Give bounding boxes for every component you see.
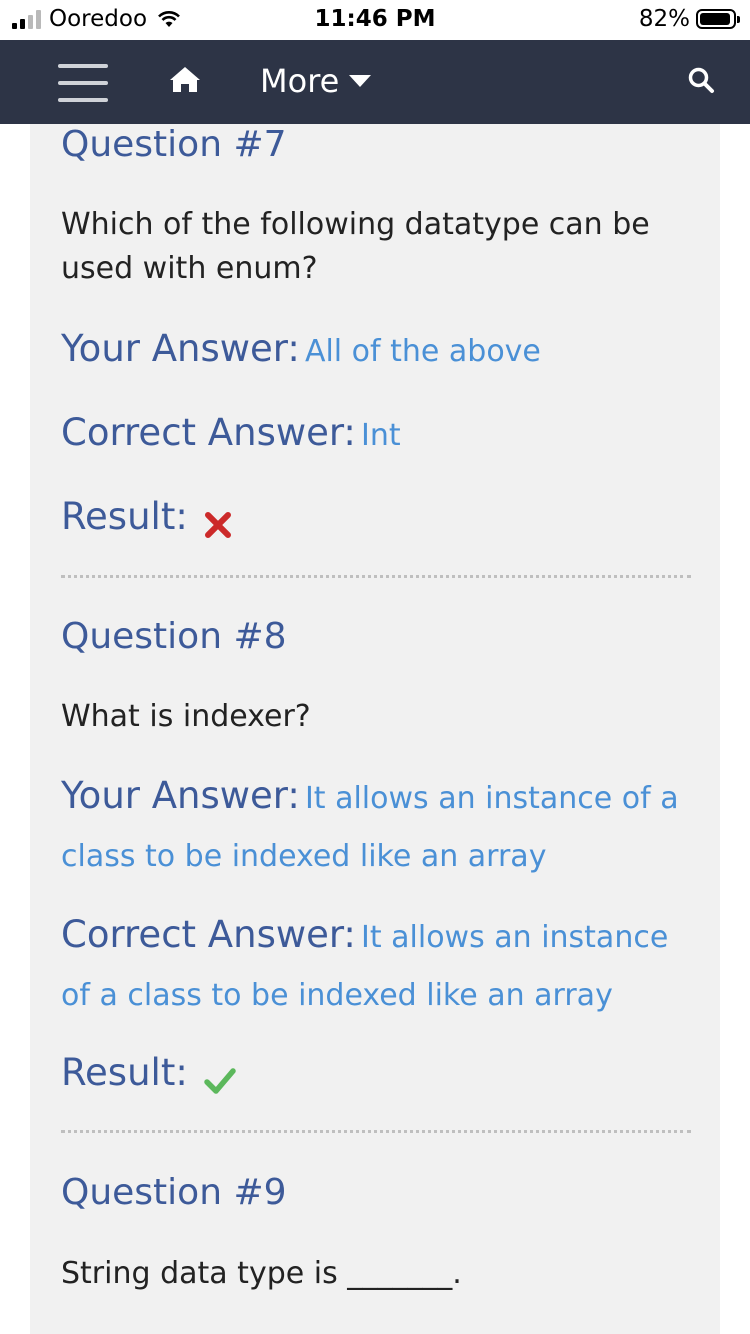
hamburger-menu-icon[interactable]	[58, 64, 108, 102]
incorrect-x-icon	[204, 511, 231, 538]
result-label: Result:	[61, 495, 188, 538]
correct-answer-label: Correct Answer:	[61, 913, 356, 956]
your-answer-value: All of the above	[304, 334, 541, 369]
result-row: Result:	[61, 490, 691, 551]
status-right: 82%	[638, 6, 740, 32]
question-title: Question #9	[61, 1172, 287, 1213]
your-answer-row: Your Answer: All of the above	[61, 322, 691, 383]
battery-percent: 82%	[638, 6, 690, 32]
question-divider	[61, 1130, 691, 1133]
your-answer-row: Your Answer: It allows an instance of a …	[61, 769, 691, 888]
your-answer-label: Your Answer:	[61, 327, 300, 370]
result-label: Result:	[61, 1051, 188, 1094]
question-title: Question #8	[61, 616, 287, 657]
status-bar: Ooredoo 11:46 PM 82%	[0, 0, 750, 40]
status-time: 11:46 PM	[314, 6, 436, 32]
correct-answer-value: Int	[361, 418, 401, 453]
result-row: Result:	[61, 1046, 691, 1107]
more-dropdown[interactable]: More	[260, 62, 372, 100]
search-icon[interactable]	[687, 66, 715, 94]
caret-down-icon	[349, 75, 372, 87]
question-divider	[61, 575, 691, 578]
top-navbar: More	[0, 40, 750, 124]
home-icon[interactable]	[168, 64, 202, 94]
correct-answer-row: Correct Answer: It allows an instance of…	[61, 908, 691, 1027]
more-label: More	[260, 62, 340, 100]
correct-answer-row: Correct Answer: Int	[61, 406, 691, 467]
correct-check-icon	[204, 1067, 236, 1094]
correct-answer-label: Correct Answer:	[61, 411, 356, 454]
your-answer-label: Your Answer:	[61, 774, 300, 817]
results-panel: Question #7 Which of the following datat…	[30, 124, 720, 1334]
question-text: Which of the following datatype can be u…	[61, 207, 650, 286]
question-text: String data type is _______.	[61, 1256, 462, 1291]
question-text: What is indexer?	[61, 699, 311, 734]
question-title: Question #7	[61, 124, 287, 165]
battery-icon	[696, 9, 740, 29]
